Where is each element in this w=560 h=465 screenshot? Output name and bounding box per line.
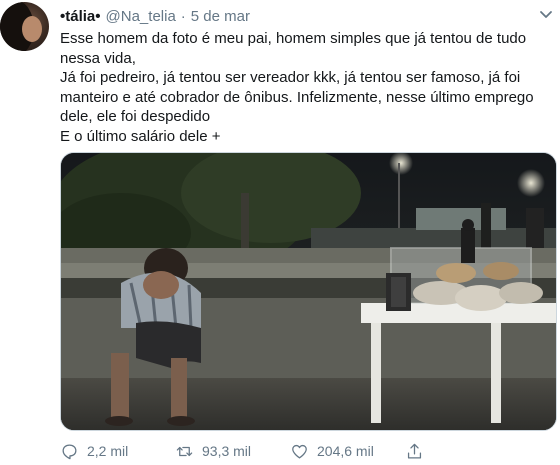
photo-scene <box>61 153 556 430</box>
tweet-date[interactable]: 5 de mar <box>191 8 250 25</box>
separator-dot: · <box>180 7 186 25</box>
retweet-button[interactable]: 93,3 mil <box>175 442 290 461</box>
tweet[interactable]: •tália• @Na_telia · 5 de mar Esse homem … <box>0 0 560 465</box>
reply-icon <box>62 444 77 459</box>
tweet-actions: 2,2 mil 93,3 mil 204,6 mil <box>60 440 530 462</box>
like-count: 204,6 mil <box>317 443 374 459</box>
share-icon <box>407 443 422 458</box>
like-button[interactable]: 204,6 mil <box>290 442 405 461</box>
chevron-down-icon[interactable] <box>538 6 554 22</box>
reply-button[interactable]: 2,2 mil <box>60 442 175 461</box>
avatar[interactable] <box>0 2 49 51</box>
tweet-photo[interactable] <box>60 152 557 431</box>
tweet-text: Esse homem da foto é meu pai, homem simp… <box>60 30 534 145</box>
user-handle[interactable]: @Na_telia <box>106 8 176 25</box>
retweet-icon <box>176 446 193 456</box>
display-name[interactable]: •tália• <box>60 8 101 25</box>
retweet-count: 93,3 mil <box>202 443 252 459</box>
reply-count: 2,2 mil <box>87 443 129 459</box>
heart-icon <box>292 444 307 458</box>
tweet-header: •tália• @Na_telia · 5 de mar <box>60 7 250 25</box>
share-button[interactable] <box>405 442 435 461</box>
